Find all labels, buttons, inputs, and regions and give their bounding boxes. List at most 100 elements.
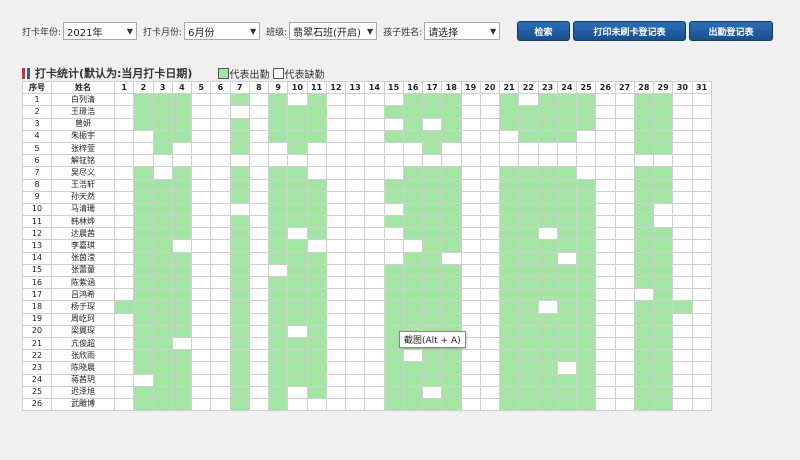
attendance-cell-present [633,300,655,314]
attendance-cell-present [402,397,424,412]
attendance-cell-present [652,312,674,326]
attendance-cell-absent [614,263,635,278]
attendance-cell-present [518,275,539,290]
attendance-cell-present [229,251,250,265]
attendance-cell-present [575,239,597,253]
attendance-cell-present [287,190,308,204]
row-index: 17 [22,288,52,302]
attendance-cell-present [267,93,289,107]
legend-present-swatch [218,67,230,79]
attendance-cell-present [402,275,424,290]
attendance-cell-absent [325,190,347,204]
attendance-cell-absent [441,251,462,265]
attendance-cell-present [633,373,655,387]
attendance-cell-absent [229,105,250,119]
attendance-cell-present [575,349,597,363]
attendance-cell-present [113,300,135,314]
attendance-cell-present [498,275,520,290]
row-index: 25 [22,385,52,399]
attendance-cell-present [421,227,443,241]
attendance-cell-absent [672,215,693,229]
attendance-cell-present [441,178,462,192]
attendance-cell-absent [306,166,327,180]
attendance-cell-present [441,129,462,143]
attendance-cell-absent [479,336,501,351]
attendance-cell-absent [479,190,501,204]
attendance-cell-present [171,361,193,375]
attendance-cell-present [133,300,154,314]
attendance-cell-present [556,166,578,180]
attendance-cell-absent [113,202,135,217]
attendance-cell-absent [190,227,212,241]
attendance-cell-absent [190,117,212,131]
attendance-cell-present [518,300,539,314]
child-select[interactable]: 请选择 ▼ [424,22,501,40]
attendance-cell-present [421,275,443,290]
attendance-cell-present [171,178,193,192]
attendance-cell-absent [672,275,693,290]
class-select[interactable]: 翡翠石班(开启) ▼ [289,22,378,40]
attendance-cell-absent [614,105,635,119]
attendance-cell-absent [614,141,635,156]
attendance-cell-absent [248,178,270,192]
col-header-day: 10 [287,80,308,95]
attendance-cell-absent [113,263,135,278]
attendance-cell-present [633,178,655,192]
attendance-cell-present [383,105,404,119]
attendance-cell-present [133,312,154,326]
attendance-cell-absent [190,202,212,217]
attendance-cell-absent [383,117,404,131]
attendance-cell-absent [210,129,231,143]
attendance-cell-present [267,129,289,143]
attendance-cell-absent [595,385,616,399]
attendance-cell-present [171,288,193,302]
print-unpunched-button[interactable]: 打印未刷卡登记表 [573,21,686,41]
attendance-cell-present [421,105,443,119]
attendance-cell-present [152,275,173,290]
attendance-cell-present [171,227,193,241]
attendance-cell-absent [614,385,635,399]
attendance-cell-absent [421,154,443,168]
attendance-cell-present [171,373,193,387]
year-select[interactable]: 2021年 ▼ [63,22,138,40]
attendance-cell-absent [113,227,135,241]
month-select[interactable]: 6月份 ▼ [184,22,261,40]
attendance-cell-absent [614,202,635,217]
attendance-cell-absent [306,397,327,412]
col-header-name: 姓名 [51,80,115,95]
attendance-cell-present [171,166,193,180]
attendance-cell-absent [364,239,385,253]
attendance-cell-absent [210,300,231,314]
attendance-cell-absent [460,154,481,168]
attendance-cell-present [402,251,424,265]
attendance-cell-present [229,288,250,302]
attendance-cell-absent [672,105,693,119]
search-button[interactable]: 检索 [517,21,570,41]
attendance-cell-absent [113,215,135,229]
attendance-cell-present [402,93,424,107]
attendance-cell-present [441,215,462,229]
attendance-cell-absent [171,336,193,351]
attendance-cell-absent [248,239,270,253]
attendance-cell-present [575,215,597,229]
col-header-day: 28 [633,80,655,95]
attendance-cell-absent [210,361,231,375]
row-index: 7 [22,166,52,180]
attendance-cell-present [152,129,173,143]
attendance-cell-present [133,324,154,338]
student-name: 梁翼琛 [51,324,115,338]
attendance-cell-absent [691,178,712,192]
row-index: 9 [22,190,52,204]
attendance-cell-present [229,117,250,131]
attendance-cell-present [575,397,597,412]
row-index: 19 [22,312,52,326]
attendance-cell-present [152,300,173,314]
attendance-cell-present [518,178,539,192]
attendance-cell-absent [248,385,270,399]
attendance-cell-absent [383,154,404,168]
stats-header: 打卡统计(默认为:当月打卡日期) 代表出勤 代表缺勤 [22,66,328,81]
attendance-cell-present [171,93,193,107]
attendance-register-button[interactable]: 出勤登记表 [689,21,773,41]
attendance-cell-absent [113,312,135,326]
attendance-cell-absent [364,373,385,387]
